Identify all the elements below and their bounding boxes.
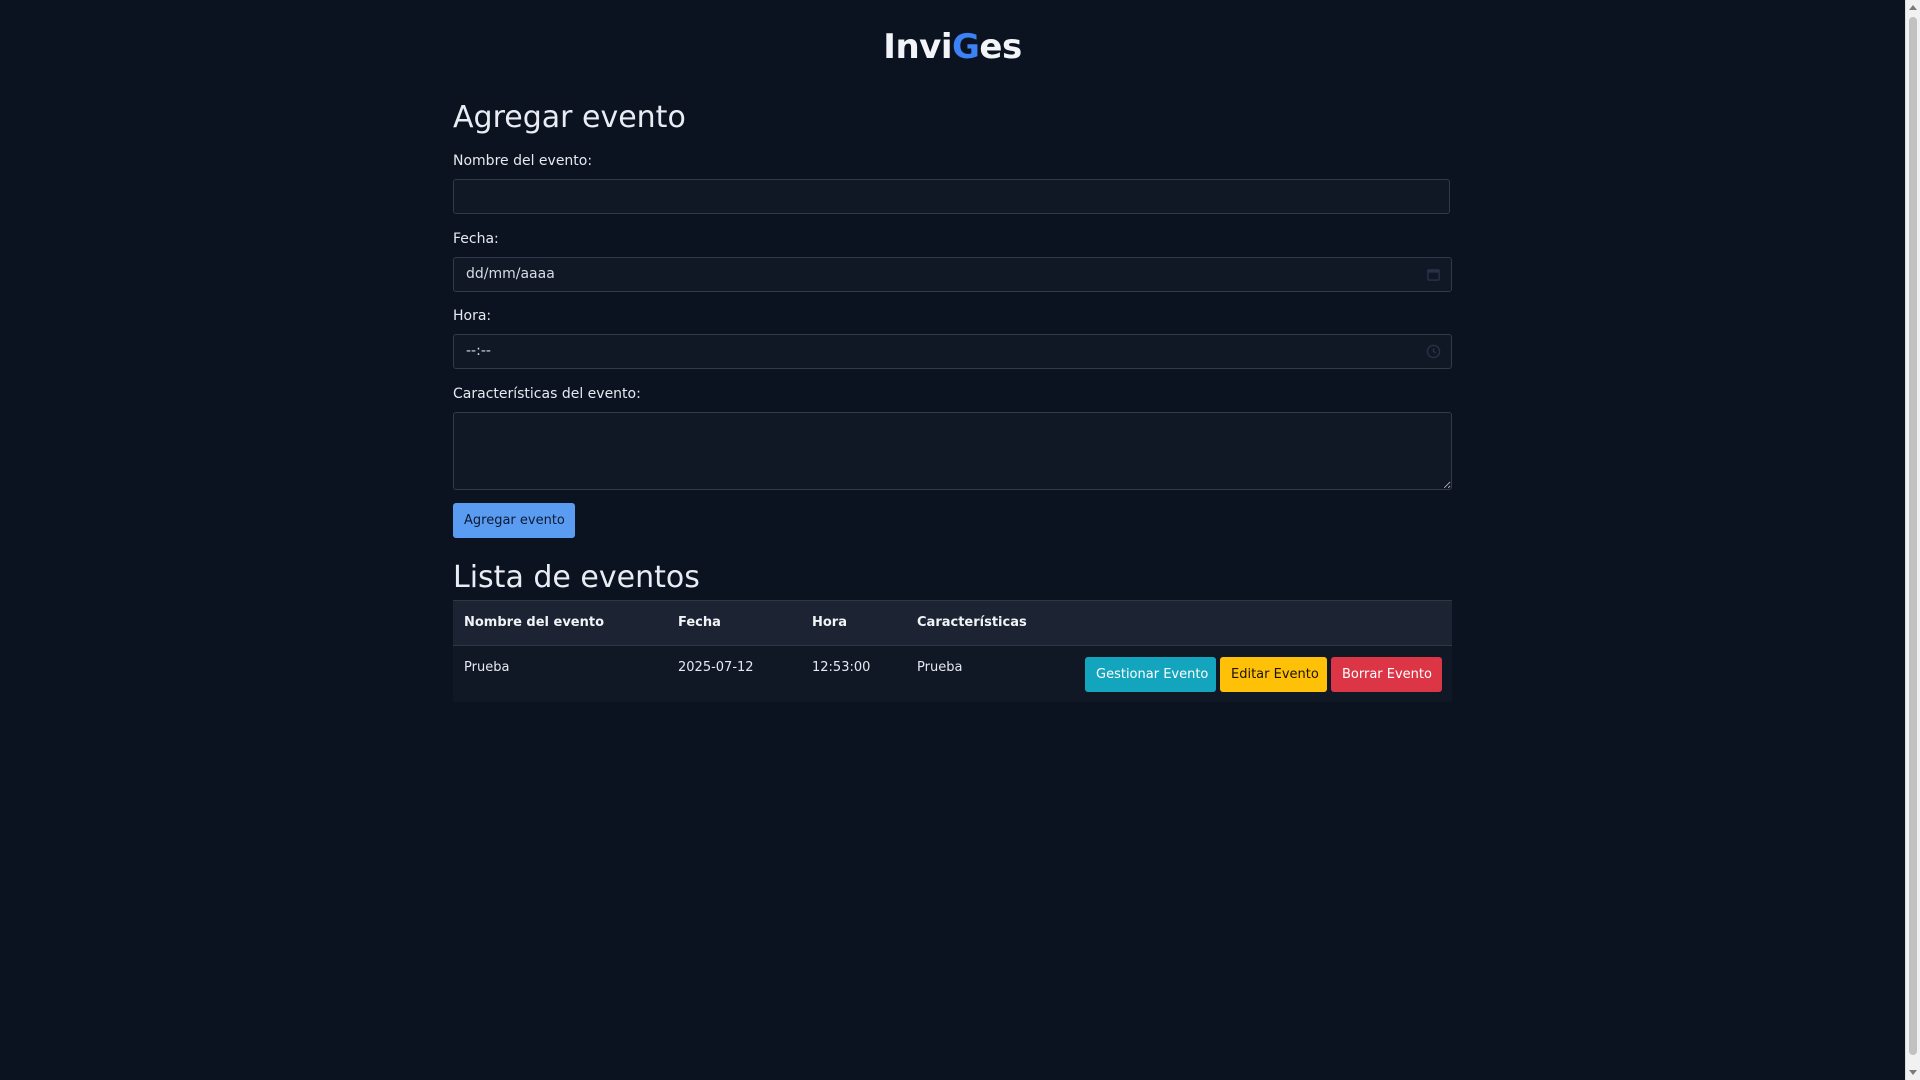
- event-date-value: dd/mm/aaaa: [466, 266, 555, 282]
- scroll-up-arrow-icon[interactable]: [1909, 5, 1917, 10]
- edit-event-button[interactable]: Editar Evento: [1220, 657, 1327, 692]
- page: InviGes Agregar evento Nombre del evento…: [0, 0, 1920, 1080]
- event-date-label: Fecha:: [453, 231, 499, 247]
- manage-event-button[interactable]: Gestionar Evento: [1085, 657, 1216, 692]
- calendar-icon[interactable]: [1426, 267, 1441, 282]
- cell-event-name: Prueba: [464, 660, 510, 675]
- app-logo: InviGes: [453, 27, 1452, 67]
- event-time-label: Hora:: [453, 308, 492, 324]
- cell-event-time: 12:53:00: [812, 660, 871, 675]
- vertical-scrollbar[interactable]: [1905, 0, 1920, 1080]
- event-features-label: Características del evento:: [453, 386, 641, 402]
- add-event-button[interactable]: Agregar evento: [453, 503, 575, 538]
- event-features-textarea[interactable]: [453, 412, 1452, 490]
- event-time-value: --:--: [466, 343, 491, 359]
- brand-prefix: Invi: [883, 27, 952, 67]
- add-event-title: Agregar evento: [453, 100, 686, 135]
- brand-suffix: es: [979, 27, 1022, 67]
- brand-accent: G: [951, 27, 980, 67]
- scrollbar-thumb[interactable]: [1909, 17, 1917, 1055]
- column-header-features: Características: [917, 615, 1027, 630]
- event-name-label: Nombre del evento:: [453, 153, 593, 169]
- event-name-input[interactable]: [453, 179, 1450, 214]
- column-header-name: Nombre del evento: [464, 615, 605, 630]
- table-header: Nombre del evento Fecha Hora Característ…: [453, 600, 1452, 646]
- scroll-down-arrow-icon[interactable]: [1909, 1070, 1917, 1075]
- cell-event-features: Prueba: [917, 660, 963, 675]
- event-time-input[interactable]: --:--: [453, 334, 1452, 369]
- event-date-input[interactable]: dd/mm/aaaa: [453, 257, 1452, 292]
- cell-event-date: 2025-07-12: [678, 660, 754, 675]
- column-header-date: Fecha: [678, 615, 721, 630]
- events-table: Nombre del evento Fecha Hora Característ…: [453, 600, 1452, 702]
- table-row: Prueba 2025-07-12 12:53:00 Prueba Gestio…: [453, 646, 1452, 702]
- event-list-title: Lista de eventos: [453, 560, 700, 595]
- clock-icon[interactable]: [1426, 344, 1441, 359]
- column-header-time: Hora: [812, 615, 847, 630]
- delete-event-button[interactable]: Borrar Evento: [1331, 657, 1442, 692]
